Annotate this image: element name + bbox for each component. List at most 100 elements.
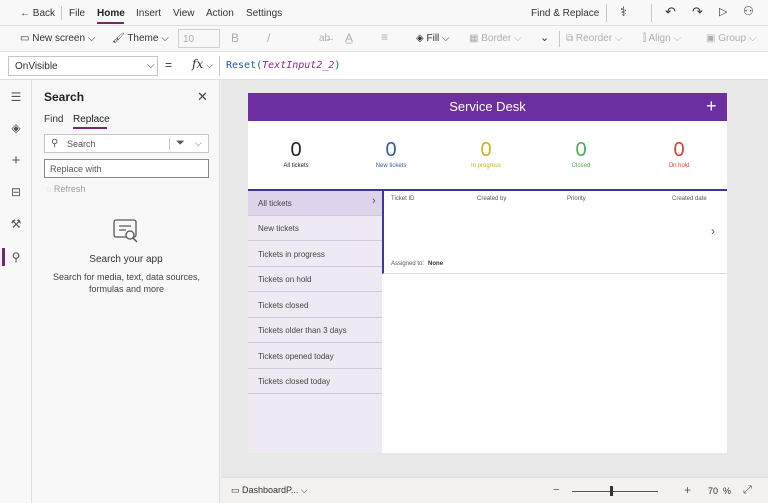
nav-item-all-tickets[interactable]: All tickets ›	[248, 191, 382, 216]
replace-input[interactable]: Replace with	[44, 159, 209, 178]
ribbon-toolbar: ▭ New screen ⌵ 🖌 Theme ⌵ 10 B / ab̶ A̲ ≡…	[0, 26, 768, 52]
group-button[interactable]: ▣ Group ⌵	[706, 33, 756, 44]
equals-sign: =	[165, 58, 173, 72]
close-icon[interactable]: ✕	[197, 89, 208, 105]
data-sources-icon[interactable]: ⊟	[8, 184, 24, 200]
share-user-icon[interactable]: ⚇	[743, 4, 754, 18]
find-replace-button[interactable]: Find & Replace	[531, 8, 599, 19]
italic-button[interactable]: /	[267, 31, 270, 45]
app-screen[interactable]: Service Desk + 0 All tickets 0 New ticke…	[248, 93, 727, 453]
filter-icon[interactable]: ⏷	[176, 137, 185, 150]
stat-label: In progress	[470, 163, 501, 169]
stat-all-tickets[interactable]: 0 All tickets	[266, 139, 326, 169]
back-button[interactable]: ← Back	[20, 8, 55, 19]
advanced-tools-icon[interactable]: ⚒	[8, 216, 24, 232]
layers-tree-view-icon[interactable]: ◈	[8, 120, 24, 136]
stat-closed[interactable]: 0 Closed	[551, 139, 611, 169]
zoom-slider-track[interactable]	[572, 491, 658, 492]
nav-item-on-hold[interactable]: Tickets on hold	[248, 267, 382, 292]
text-align-icon[interactable]: ≡	[381, 30, 388, 44]
stat-value: 0	[575, 139, 587, 161]
empty-state-title: Search your app	[89, 254, 163, 265]
property-dropdown[interactable]: OnVisible ⌵	[8, 56, 158, 76]
search-input[interactable]: ⚲ Search ⏷ ⌵	[44, 134, 209, 153]
screen-picker[interactable]: ▭ DashboardP... ⌵	[231, 485, 308, 496]
search-icon[interactable]: ⚲	[8, 249, 24, 265]
zoom-slider-thumb[interactable]	[610, 486, 613, 496]
hamburger-menu-icon[interactable]: ☰	[8, 89, 24, 105]
search-document-icon	[113, 219, 138, 243]
column-created-by: Created by	[477, 196, 507, 202]
back-arrow-icon: ←	[20, 8, 30, 19]
menu-action[interactable]: Action	[206, 8, 234, 19]
border-icon: ▦	[469, 33, 479, 44]
divider	[651, 4, 652, 22]
menu-insert[interactable]: Insert	[136, 8, 161, 19]
screen-icon: ▭	[231, 485, 240, 495]
nav-item-new-tickets[interactable]: New tickets	[248, 216, 382, 241]
reorder-button[interactable]: ⧉ Reorder ⌵	[566, 33, 622, 44]
zoom-level: 70 %	[708, 486, 732, 496]
nav-item-older-3-days[interactable]: Tickets older than 3 days	[248, 318, 382, 343]
insert-plus-icon[interactable]: +	[8, 152, 24, 169]
font-color-icon[interactable]: A̲	[345, 31, 353, 45]
chevron-down-icon: ⌵	[161, 33, 169, 44]
ticket-row[interactable]: Ticket ID Created by Priority Created da…	[382, 191, 727, 274]
stat-new-tickets[interactable]: 0 New tickets	[361, 139, 421, 169]
formula-input[interactable]: Reset(TextInput2_2)	[226, 60, 340, 71]
new-screen-button[interactable]: ▭ New screen ⌵	[20, 33, 95, 44]
theme-button[interactable]: 🖌 Theme ⌵	[112, 33, 169, 44]
fill-button[interactable]: ◈ Fill ⌵	[416, 33, 450, 44]
bold-button[interactable]: B	[231, 31, 239, 45]
chevron-right-icon: ›	[372, 195, 376, 207]
align-button[interactable]: ⫿ Align ⌵	[643, 33, 681, 44]
more-chevron-down-icon[interactable]: ⌄	[540, 31, 549, 44]
search-panel: Search ✕ Find Replace ⚲ Search ⏷ ⌵ Repla…	[32, 80, 220, 503]
tab-find[interactable]: Find	[44, 114, 63, 125]
zoom-in-icon[interactable]: +	[684, 483, 691, 497]
redo-icon[interactable]: ↷	[692, 4, 703, 20]
divider	[169, 138, 170, 150]
reorder-icon: ⧉	[566, 33, 574, 44]
menu-view[interactable]: View	[173, 8, 195, 19]
play-preview-icon[interactable]: ▷	[719, 5, 727, 18]
app-checker-stethoscope-icon[interactable]: ⚕	[620, 4, 627, 20]
chevron-down-icon: ⌵	[442, 33, 450, 44]
undo-icon[interactable]: ↶	[665, 4, 676, 20]
nav-item-closed-today[interactable]: Tickets closed today	[248, 369, 382, 394]
divider	[606, 4, 607, 22]
zoom-out-icon[interactable]: −	[553, 484, 559, 496]
fit-to-window-icon[interactable]: ⤢	[743, 484, 752, 497]
power-apps-studio: ← Back File Home Insert View Action Sett…	[0, 0, 768, 503]
active-rail-indicator	[2, 248, 5, 266]
menu-settings[interactable]: Settings	[246, 8, 282, 19]
design-canvas: Service Desk + 0 All tickets 0 New ticke…	[221, 80, 768, 477]
stat-value: 0	[480, 139, 492, 161]
menu-file[interactable]: File	[69, 8, 85, 19]
menu-home[interactable]: Home	[97, 8, 125, 19]
active-menu-indicator	[97, 22, 124, 24]
app-header: Service Desk +	[248, 93, 727, 121]
group-icon: ▣	[706, 33, 716, 44]
stat-label: All tickets	[283, 163, 309, 169]
strikethrough-icon[interactable]: ab̶	[319, 33, 330, 44]
chevron-right-icon[interactable]: ›	[711, 224, 715, 238]
left-rail: ☰ ◈ + ⊟ ⚒ ⚲	[0, 80, 32, 503]
stat-on-hold[interactable]: 0 On hold	[649, 139, 709, 169]
nav-item-closed[interactable]: Tickets closed	[248, 293, 382, 318]
border-button[interactable]: ▦ Border ⌵	[469, 33, 522, 44]
refresh-button[interactable]: ◌ Refresh	[46, 184, 85, 194]
add-ticket-plus-icon[interactable]: +	[706, 96, 717, 117]
app-title: Service Desk	[449, 99, 526, 114]
stat-in-progress[interactable]: 0 In progress	[456, 139, 516, 169]
divider	[219, 56, 220, 76]
fx-button[interactable]: fx ⌵	[192, 57, 213, 71]
theme-palette-icon: 🖌	[112, 33, 125, 44]
chevron-down-icon[interactable]: ⌵	[195, 138, 202, 149]
font-size-input[interactable]: 10	[178, 29, 220, 48]
nav-item-opened-today[interactable]: Tickets opened today	[248, 344, 382, 369]
column-created-date: Created date	[672, 196, 707, 202]
tab-replace[interactable]: Replace	[73, 114, 110, 125]
chevron-down-icon: ⌵	[147, 60, 155, 71]
nav-item-in-progress[interactable]: Tickets in progress	[248, 242, 382, 267]
